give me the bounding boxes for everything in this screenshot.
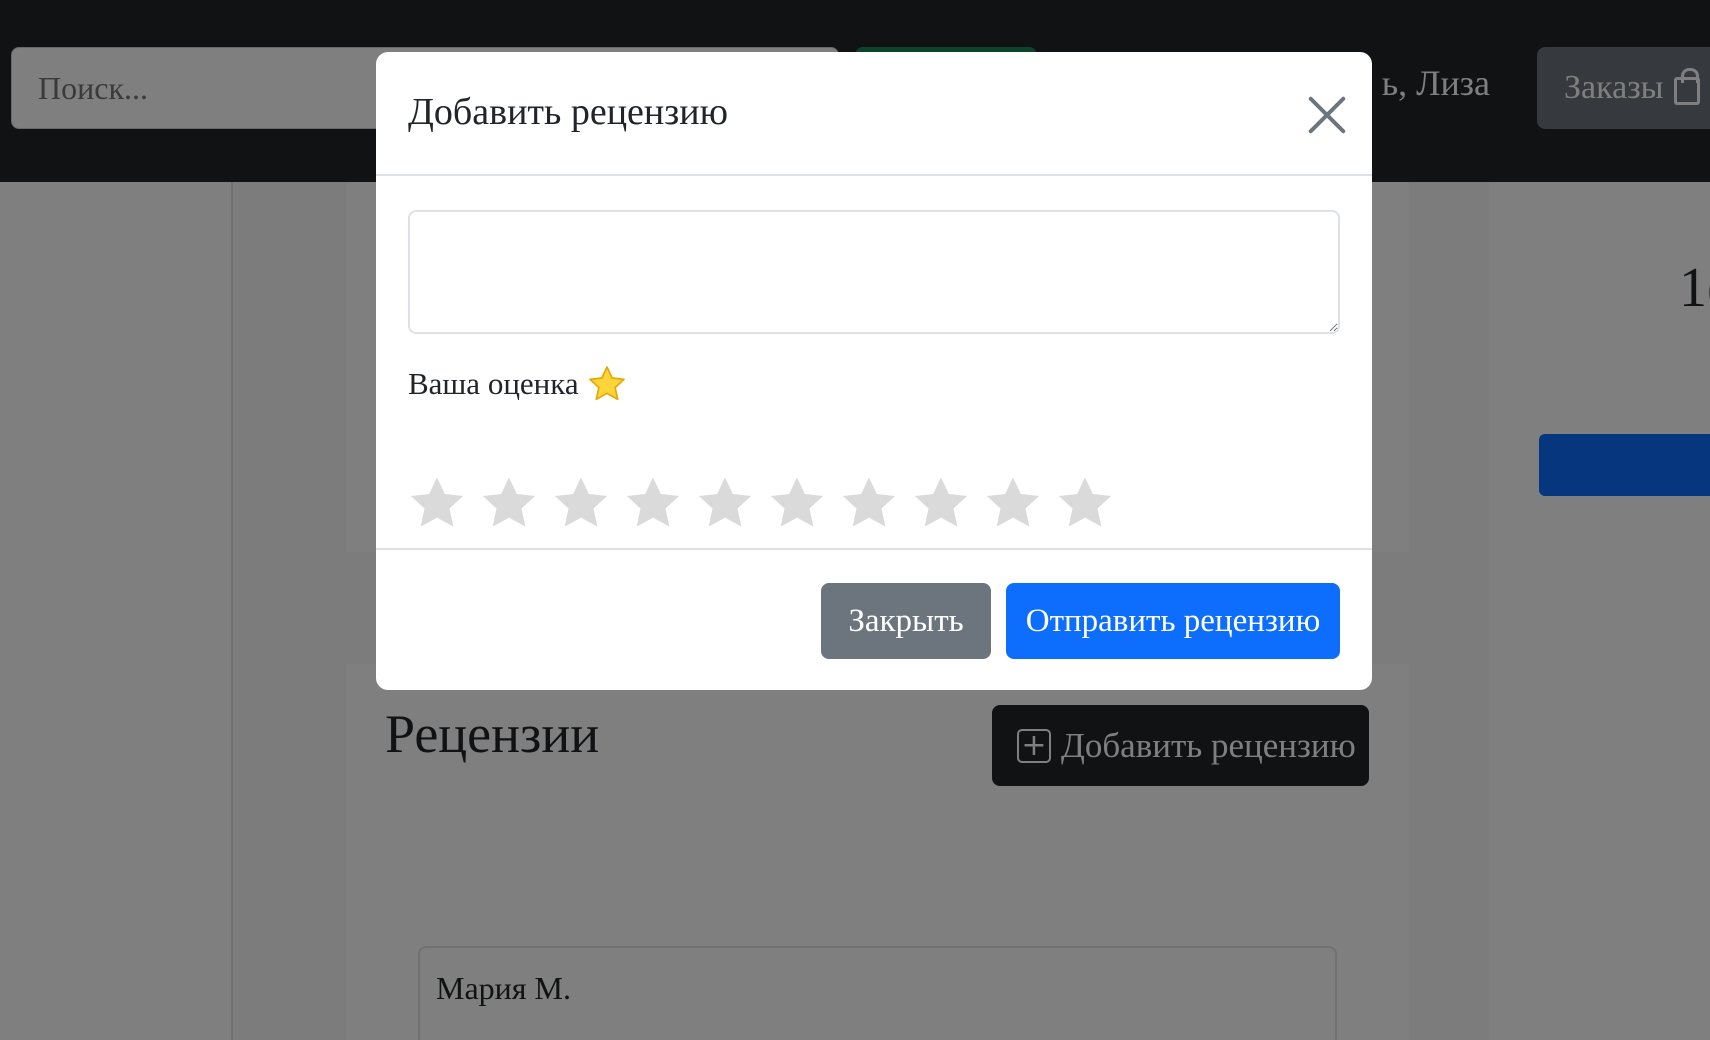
close-icon[interactable] (1304, 92, 1350, 138)
add-review-modal: Добавить рецензию Ваша оценка Закрыть От… (376, 52, 1372, 690)
star-emoji-icon (588, 366, 625, 401)
close-button[interactable]: Закрыть (821, 583, 991, 659)
submit-review-button[interactable]: Отправить рецензию (1006, 583, 1340, 659)
star-icon[interactable] (981, 472, 1045, 536)
star-icon[interactable] (693, 472, 757, 536)
rating-label-text: Ваша оценка (408, 366, 579, 401)
star-icon[interactable] (549, 472, 613, 536)
modal-title: Добавить рецензию (408, 91, 728, 133)
star-icon[interactable] (837, 472, 901, 536)
star-icon[interactable] (621, 472, 685, 536)
review-textarea[interactable] (408, 210, 1340, 334)
rating-stars (405, 472, 1117, 536)
star-icon[interactable] (477, 472, 541, 536)
star-icon[interactable] (405, 472, 469, 536)
rating-label: Ваша оценка (408, 364, 627, 404)
star-icon[interactable] (1053, 472, 1117, 536)
modal-footer: Закрыть Отправить рецензию (376, 548, 1372, 690)
modal-header: Добавить рецензию (376, 52, 1372, 176)
star-icon[interactable] (909, 472, 973, 536)
star-icon[interactable] (765, 472, 829, 536)
